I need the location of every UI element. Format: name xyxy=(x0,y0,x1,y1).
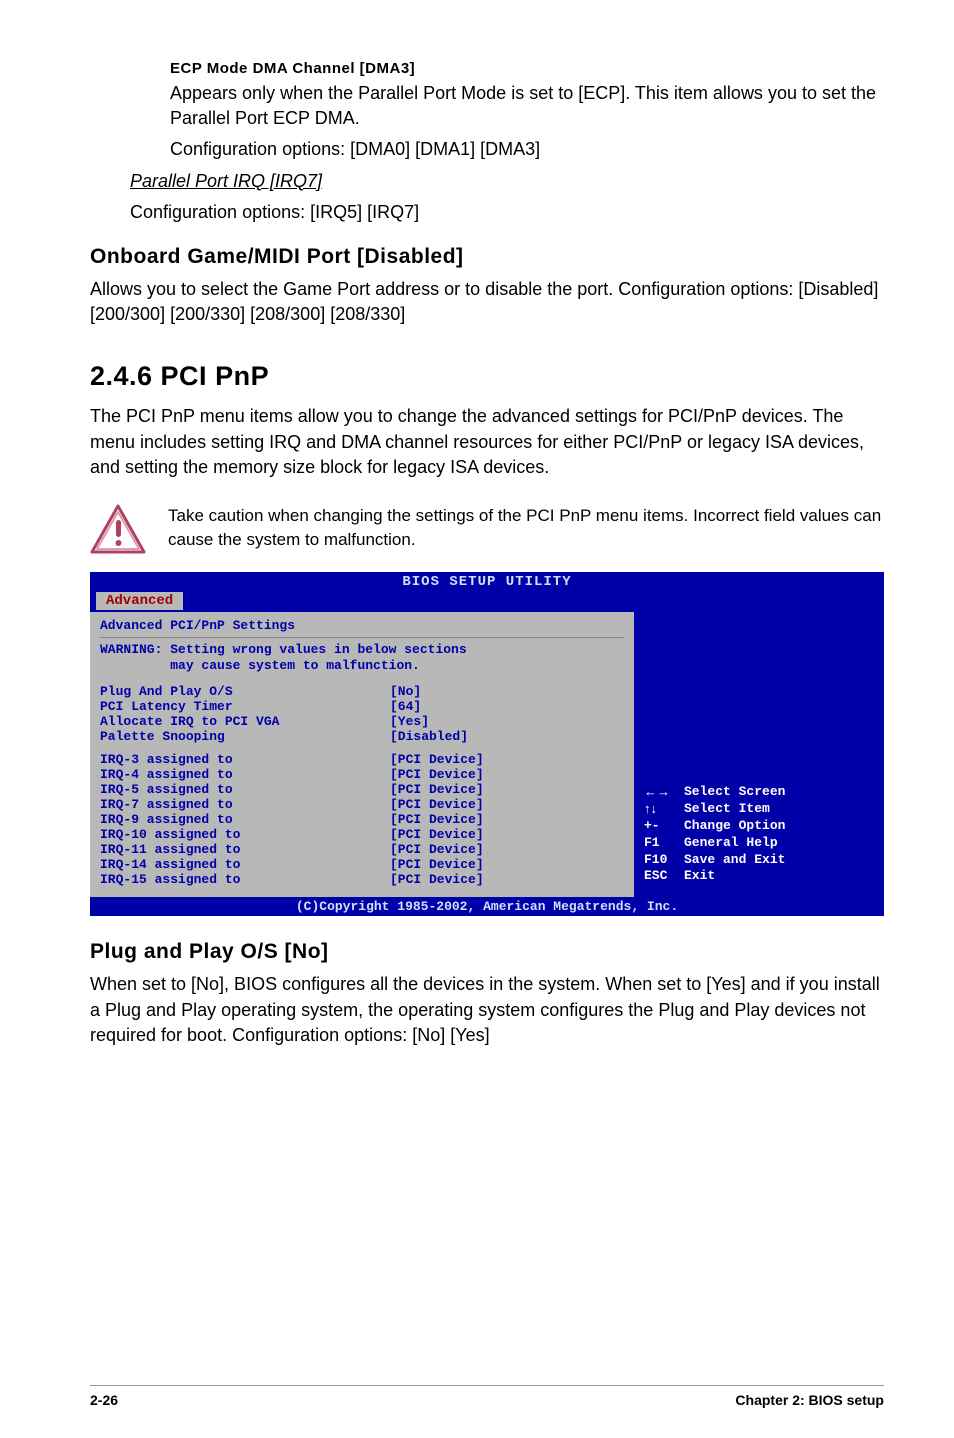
warning-triangle-icon xyxy=(90,504,146,554)
plug-and-play-body: When set to [No], BIOS configures all th… xyxy=(90,972,884,1048)
bios-setting-row[interactable]: PCI Latency Timer[64] xyxy=(100,699,624,714)
onboard-game-midi-heading: Onboard Game/MIDI Port [Disabled] xyxy=(90,245,884,269)
bios-setting-row[interactable]: IRQ-4 assigned to[PCI Device] xyxy=(100,767,624,782)
bios-setting-row[interactable]: Palette Snooping[Disabled] xyxy=(100,729,624,744)
caution-note: Take caution when changing the settings … xyxy=(90,504,884,554)
ecp-body-2: Configuration options: [DMA0] [DMA1] [DM… xyxy=(170,137,884,162)
bios-help-line: +-Change Option xyxy=(644,818,874,835)
chapter-label: Chapter 2: BIOS setup xyxy=(735,1392,884,1408)
ecp-body-1: Appears only when the Parallel Port Mode… xyxy=(170,81,884,131)
bios-setup-window: BIOS SETUP UTILITY Advanced Advanced PCI… xyxy=(90,572,884,917)
parallel-port-irq-body: Configuration options: [IRQ5] [IRQ7] xyxy=(130,200,884,225)
bios-tab-advanced[interactable]: Advanced xyxy=(96,592,183,610)
bios-settings-group-1: Plug And Play O/S[No] PCI Latency Timer[… xyxy=(100,684,624,744)
bios-help-line: ↑↓Select Item xyxy=(644,801,874,818)
bios-settings-group-2: IRQ-3 assigned to[PCI Device] IRQ-4 assi… xyxy=(100,752,624,887)
bios-setting-row[interactable]: IRQ-14 assigned to[PCI Device] xyxy=(100,857,624,872)
onboard-game-midi-body: Allows you to select the Game Port addre… xyxy=(90,277,884,327)
pci-pnp-heading: 2.4.6 PCI PnP xyxy=(90,361,884,392)
bios-setting-row[interactable]: IRQ-9 assigned to[PCI Device] xyxy=(100,812,624,827)
bios-setting-row[interactable]: IRQ-10 assigned to[PCI Device] xyxy=(100,827,624,842)
bios-warning: WARNING: Setting wrong values in below s… xyxy=(100,642,624,675)
bios-setting-row[interactable]: Allocate IRQ to PCI VGA[Yes] xyxy=(100,714,624,729)
bios-help-line: F10Save and Exit xyxy=(644,852,874,869)
bios-title: BIOS SETUP UTILITY xyxy=(90,572,884,592)
page-number: 2-26 xyxy=(90,1392,118,1408)
parallel-port-irq-heading: Parallel Port IRQ [IRQ7] xyxy=(130,169,884,194)
bios-setting-row[interactable]: IRQ-15 assigned to[PCI Device] xyxy=(100,872,624,887)
bios-setting-row[interactable]: IRQ-5 assigned to[PCI Device] xyxy=(100,782,624,797)
bios-panel-heading: Advanced PCI/PnP Settings xyxy=(100,618,624,638)
ecp-heading: ECP Mode DMA Channel [DMA3] xyxy=(170,60,884,77)
bios-setting-row[interactable]: Plug And Play O/S[No] xyxy=(100,684,624,699)
plug-and-play-heading: Plug and Play O/S [No] xyxy=(90,940,884,964)
bios-copyright-footer: (C)Copyright 1985-2002, American Megatre… xyxy=(90,897,884,916)
bios-help-panel: ←→Select Screen ↑↓Select Item +-Change O… xyxy=(634,612,884,898)
bios-left-panel: Advanced PCI/PnP Settings WARNING: Setti… xyxy=(90,612,634,898)
caution-text: Take caution when changing the settings … xyxy=(168,504,884,552)
pci-pnp-body: The PCI PnP menu items allow you to chan… xyxy=(90,404,884,480)
bios-help-line: ESCExit xyxy=(644,868,874,885)
bios-help-line: ←→Select Screen xyxy=(644,784,874,801)
bios-setting-row[interactable]: IRQ-11 assigned to[PCI Device] xyxy=(100,842,624,857)
bios-setting-row[interactable]: IRQ-3 assigned to[PCI Device] xyxy=(100,752,624,767)
page-footer: 2-26 Chapter 2: BIOS setup xyxy=(90,1385,884,1408)
bios-help-line: F1General Help xyxy=(644,835,874,852)
bios-setting-row[interactable]: IRQ-7 assigned to[PCI Device] xyxy=(100,797,624,812)
